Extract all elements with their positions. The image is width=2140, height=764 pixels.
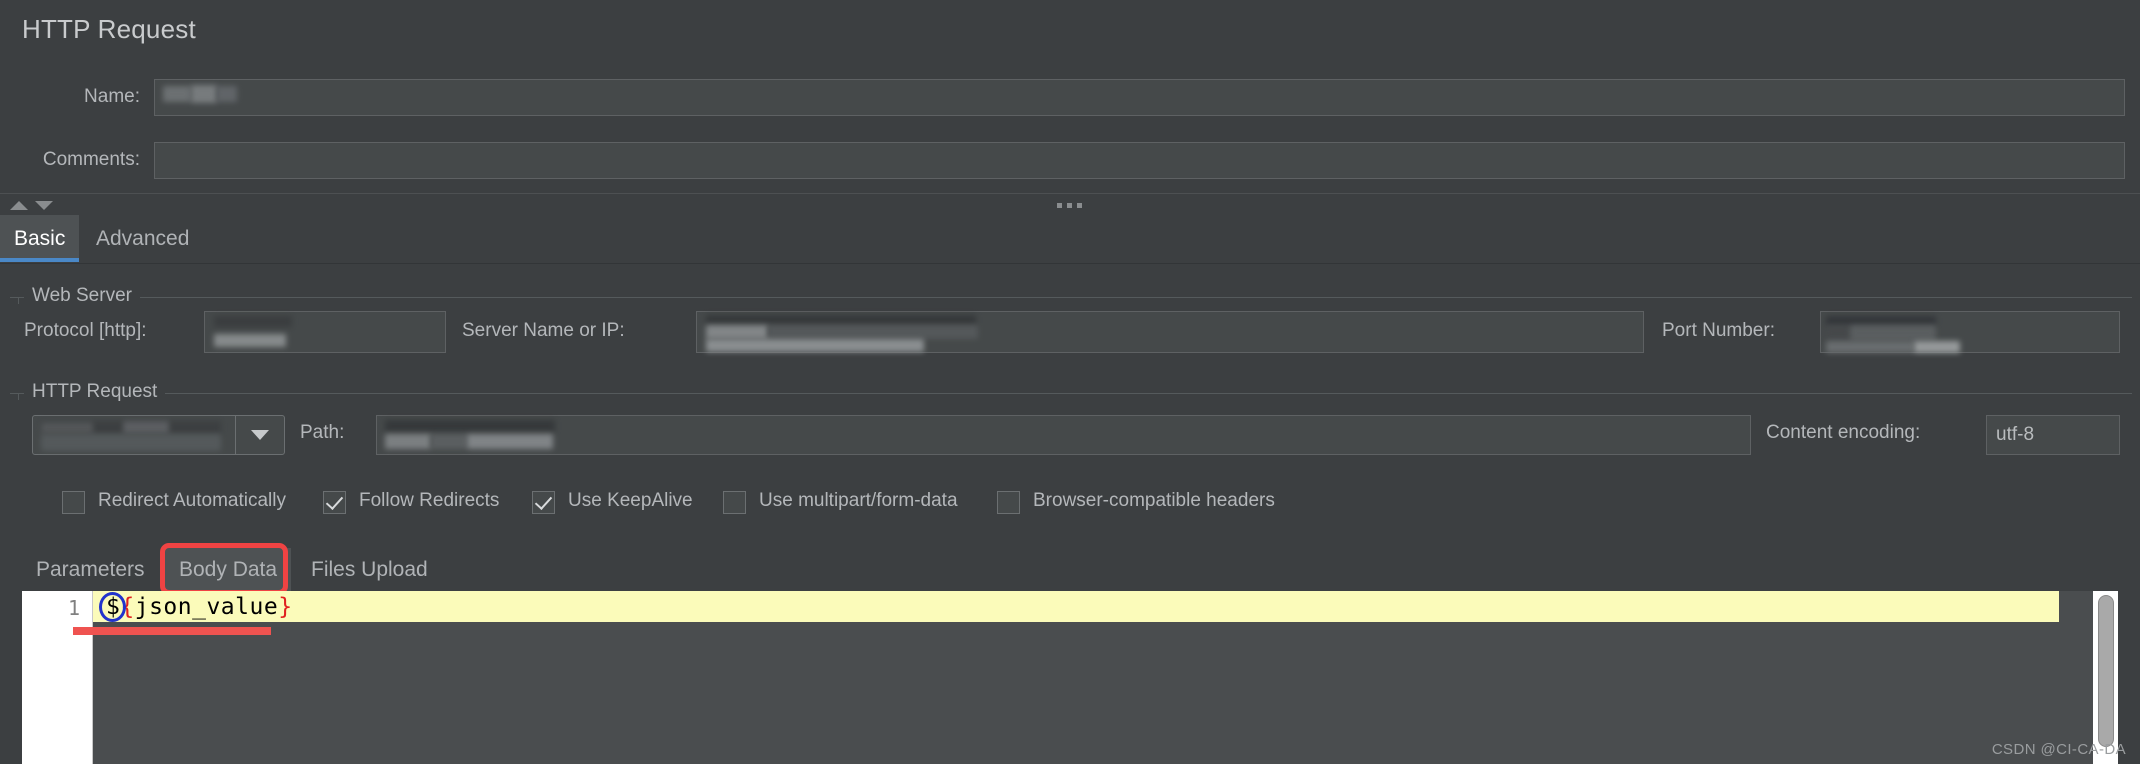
checkbox-redirect-automatically-label: Redirect Automatically <box>98 490 286 511</box>
redacted-protocol-value-2 <box>214 334 286 347</box>
editor-gutter: 1 <box>22 591 93 764</box>
comments-label: Comments: <box>42 149 140 170</box>
sub-tab-parameters[interactable]: Parameters <box>22 548 159 592</box>
content-encoding-input[interactable]: utf-8 <box>1986 415 2120 455</box>
splitter-bar[interactable] <box>0 193 2140 217</box>
redacted-protocol-value <box>214 316 292 327</box>
checkbox-browser-compatible-headers-label: Browser-compatible headers <box>1033 490 1275 511</box>
body-data-editor[interactable]: 1 ${json_value} <box>22 591 2118 764</box>
three-dots-icon[interactable] <box>1057 203 1082 208</box>
redacted-server-value-3 <box>768 325 978 339</box>
checkbox-use-keepalive-label: Use KeepAlive <box>568 490 693 511</box>
checkbox-use-multipart-form-data[interactable] <box>723 491 746 514</box>
http-request-legend: HTTP Request <box>24 381 166 403</box>
redacted-name-value-2 <box>191 84 217 103</box>
server-name-input[interactable] <box>696 311 1644 353</box>
group-tick <box>18 297 19 304</box>
name-label: Name: <box>84 86 140 107</box>
method-combobox[interactable] <box>32 415 285 455</box>
checkbox-follow-redirects[interactable] <box>323 491 346 514</box>
path-label: Path: <box>300 422 345 443</box>
method-combobox-value[interactable] <box>33 416 236 454</box>
name-input[interactable] <box>154 78 2125 116</box>
token-variable: json_value <box>134 593 279 620</box>
editor-code-area[interactable]: ${json_value} <box>93 591 2118 764</box>
path-input[interactable] <box>376 415 1751 455</box>
redacted-path-value-4 <box>467 434 553 449</box>
sub-tab-body-data[interactable]: Body Data <box>165 548 292 592</box>
checkbox-use-multipart-form-data-label: Use multipart/form-data <box>759 490 958 511</box>
group-border <box>10 297 2132 298</box>
sub-tab-parameters-label: Parameters <box>36 558 145 581</box>
port-number-label: Port Number: <box>1662 320 1775 341</box>
name-row: Name: <box>0 77 2125 117</box>
redacted-port-value-4 <box>1826 341 1914 353</box>
sub-tab-bar: Parameters Body Data Files Upload <box>0 548 2140 594</box>
redacted-server-value <box>706 315 976 325</box>
redacted-path-value-2 <box>385 434 431 449</box>
tab-basic[interactable]: Basic <box>0 215 80 262</box>
checkbox-follow-redirects-label: Follow Redirects <box>359 490 500 511</box>
group-tick <box>18 393 19 400</box>
editor-vertical-scrollbar[interactable] <box>2093 591 2118 764</box>
token-close-brace: } <box>278 593 293 620</box>
token-open-brace: { <box>120 593 135 620</box>
checkbox-redirect-automatically[interactable] <box>62 491 85 514</box>
redacted-path-value-3 <box>431 434 467 449</box>
redacted-server-value-4 <box>706 339 924 352</box>
editor-scrollbar-thumb[interactable] <box>2098 595 2114 747</box>
redacted-port-value-3 <box>1850 325 1936 341</box>
sub-tab-files-upload-label: Files Upload <box>311 558 428 581</box>
token-dollar: $ <box>106 593 121 620</box>
sub-tab-body-data-label: Body Data <box>179 558 278 581</box>
editor-line-1[interactable]: ${json_value} <box>93 591 2059 622</box>
redacted-name-value <box>163 85 191 102</box>
redacted-server-value-2 <box>706 325 768 339</box>
server-name-label: Server Name or IP: <box>462 320 625 341</box>
page-title: HTTP Request <box>22 14 196 44</box>
redacted-port-value-2 <box>1826 325 1850 341</box>
group-border <box>10 393 2132 394</box>
comments-input[interactable] <box>154 141 2125 179</box>
main-tab-bar: Basic Advanced <box>0 215 2140 264</box>
tab-basic-label: Basic <box>14 226 66 250</box>
editor-line-number: 1 <box>67 596 80 620</box>
protocol-label: Protocol [http]: <box>24 320 147 341</box>
redacted-path-value <box>385 420 555 432</box>
redacted-method-value-4 <box>41 434 221 451</box>
web-server-legend: Web Server <box>24 285 140 307</box>
redacted-port-value-5 <box>1914 341 1960 353</box>
port-number-input[interactable] <box>1820 311 2120 353</box>
protocol-input[interactable] <box>204 311 446 353</box>
watermark: CSDN @CI-CA-DA <box>1991 741 2126 758</box>
content-encoding-label: Content encoding: <box>1766 422 1921 443</box>
http-request-panel: HTTP Request Name: Comments: Basic Advan… <box>0 0 2140 764</box>
web-server-group: Web Server Protocol [http]: Server Name … <box>10 285 2132 361</box>
tab-advanced[interactable]: Advanced <box>82 215 203 262</box>
tab-advanced-label: Advanced <box>96 226 190 250</box>
redacted-method-value-3 <box>123 421 169 434</box>
comments-row: Comments: <box>0 140 2125 180</box>
http-request-group: HTTP Request Path: Content encoding: utf… <box>10 381 2132 553</box>
header-pane: HTTP Request Name: Comments: <box>0 0 2140 193</box>
content-encoding-value: utf-8 <box>1996 424 2035 445</box>
checkbox-browser-compatible-headers[interactable] <box>997 491 1020 514</box>
redacted-method-value-2 <box>41 422 93 434</box>
checkbox-use-keepalive[interactable] <box>532 491 555 514</box>
chevron-down-icon[interactable] <box>236 416 284 454</box>
triangle-up-icon[interactable] <box>10 201 28 210</box>
sub-tab-files-upload[interactable]: Files Upload <box>297 548 442 592</box>
triangle-down-icon[interactable] <box>35 201 53 210</box>
redacted-name-value-3 <box>217 85 237 102</box>
